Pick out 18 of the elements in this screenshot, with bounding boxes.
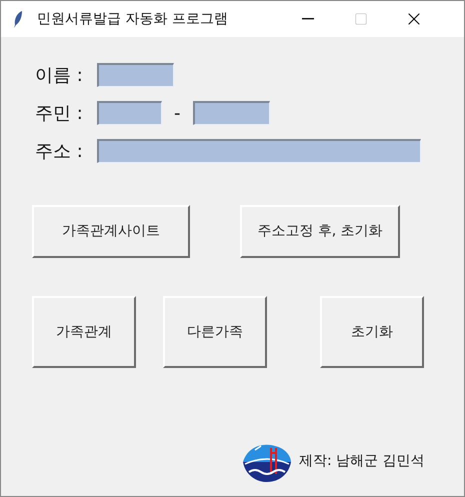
address-label: 주소 : [35,140,84,164]
resident-number-front-field[interactable] [97,101,162,125]
action-button[interactable]: 가족관계 [32,296,136,368]
action-button[interactable]: 주소고정 후, 초기화 [240,205,400,258]
action-button[interactable]: 가족관계사이트 [32,205,190,258]
address-field[interactable] [97,139,421,163]
action-button[interactable]: 다른가족 [163,296,267,368]
action-button[interactable]: 초기화 [320,296,424,368]
resident-number-back-field[interactable] [192,101,270,125]
feather-icon [13,10,23,28]
separator-text: - [174,102,180,126]
minimize-icon [302,18,314,20]
window-title: 민원서류발급 자동화 프로그램 [37,10,228,28]
maximize-icon [354,12,368,26]
name-field[interactable] [97,63,174,87]
credit-text: 제작: 남해군 김민석 [299,452,425,470]
name-label: 이름 : [35,64,84,88]
resident-number-label: 주민 : [35,102,84,126]
